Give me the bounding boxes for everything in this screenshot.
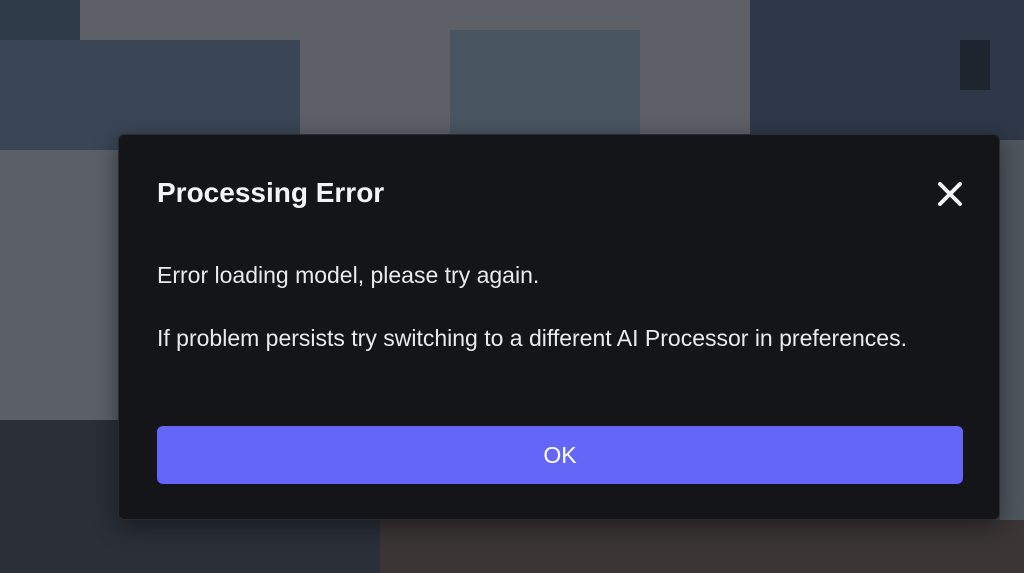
dialog-title: Processing Error: [157, 177, 385, 208]
background-block: [1000, 140, 1024, 520]
background-block: [380, 520, 1024, 573]
error-message: Error loading model, please try again.: [157, 262, 540, 288]
background-block: [0, 150, 120, 420]
background-block: [450, 30, 640, 140]
close-icon: [938, 182, 962, 206]
help-message: If problem persists try switching to a d…: [157, 325, 907, 351]
error-dialog: Processing Error Error loading model, pl…: [118, 134, 1000, 520]
background-block: [960, 40, 990, 90]
ok-button[interactable]: OK: [157, 426, 963, 484]
close-button[interactable]: [931, 175, 969, 213]
